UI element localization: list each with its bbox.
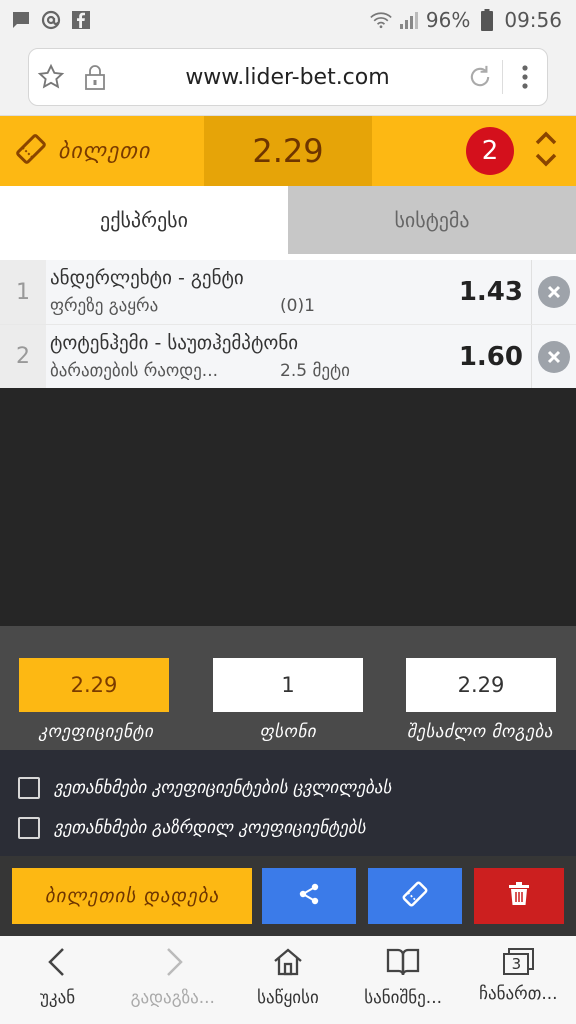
- bet-match: ტოტენჰემი - საუთჰემპტონი: [50, 332, 299, 354]
- bet-list: 1 ანდერლეხტი - გენტი ფრეზე გაყრა (0)1 1.…: [0, 254, 576, 388]
- bookmarks-icon: [386, 946, 420, 982]
- facebook-icon: [70, 9, 92, 31]
- share-icon: [297, 882, 321, 910]
- bet-row: 1 ანდერლეხტი - გენტი ფრეზე გაყრა (0)1 1.…: [0, 254, 576, 324]
- bet-pick: 2.5 მეტი: [280, 361, 350, 381]
- ticket-label: ბილეთი: [58, 138, 151, 164]
- ticket-count-badge: 2: [466, 127, 514, 175]
- bet-match: ანდერლეხტი - გენტი: [50, 267, 244, 289]
- wifi-icon: [370, 9, 392, 31]
- bet-odds: 1.60: [458, 341, 523, 372]
- accept-odds-change-row[interactable]: ვეთანხმები კოეფიციენტების ცვლილებას: [0, 768, 576, 808]
- ticket-icon: [401, 880, 429, 912]
- lock-icon: [73, 63, 117, 91]
- nav-tabs[interactable]: 3 ჩანართ...: [461, 936, 576, 1024]
- browser-toolbar: www.lider-bet.com: [0, 40, 576, 116]
- ticket-button[interactable]: [368, 868, 462, 924]
- bet-market: ფრეზე გაყრა: [50, 296, 159, 316]
- message-icon: [10, 9, 32, 31]
- tab-system[interactable]: სისტემა: [288, 186, 576, 254]
- clock: 09:56: [504, 8, 562, 32]
- browser-bottom-nav: უკან გადაგზა... საწყისი სანიშნე... 3 ჩან…: [0, 936, 576, 1024]
- agreement-options: ვეთანხმები კოეფიციენტების ცვლილებას ვეთა…: [0, 750, 576, 856]
- more-menu-icon[interactable]: [503, 64, 547, 90]
- nav-forward[interactable]: გადაგზა...: [115, 936, 230, 1024]
- ticket-total-odds: 2.29: [204, 116, 372, 186]
- tab-express[interactable]: ექსპრესი: [0, 186, 288, 254]
- possible-win-value: 2.29: [406, 658, 556, 712]
- tabs-icon: 3: [501, 946, 535, 978]
- bet-market: ბარათების რაოდე...: [50, 361, 218, 381]
- empty-area: [0, 388, 576, 626]
- forward-icon: [158, 946, 188, 982]
- ticket-header[interactable]: ბილეთი 2.29 2: [0, 116, 576, 186]
- at-icon: [40, 9, 62, 31]
- remove-bet-button[interactable]: [532, 325, 576, 388]
- accept-odds-change-checkbox[interactable]: [18, 777, 40, 799]
- nav-tabs-label: ჩანართ...: [479, 984, 558, 1004]
- stake-panel: 2.29 1 2.29 კოეფიციენტი ფსონი შესაძლო მო…: [0, 626, 576, 750]
- place-bet-button[interactable]: ბილეთის დადება: [12, 868, 252, 924]
- accept-increased-odds-row[interactable]: ვეთანხმები გაზრდილ კოეფიციენტებს: [0, 808, 576, 848]
- home-icon: [272, 946, 304, 982]
- battery-icon: [476, 9, 498, 31]
- nav-back[interactable]: უკან: [0, 936, 115, 1024]
- tabs-count: 3: [511, 955, 522, 973]
- stake-amount-input[interactable]: 1: [213, 658, 363, 712]
- close-icon: [538, 340, 570, 373]
- battery-level: 96%: [425, 8, 471, 32]
- bet-number: 1: [0, 260, 46, 324]
- status-bar: 96% 09:56: [0, 0, 576, 40]
- action-bar: ბილეთის დადება: [0, 856, 576, 936]
- bookmark-star-icon[interactable]: [29, 63, 73, 91]
- nav-back-label: უკან: [40, 988, 76, 1008]
- remove-bet-button[interactable]: [532, 260, 576, 324]
- bet-number: 2: [0, 325, 46, 388]
- nav-home-label: საწყისი: [257, 988, 319, 1008]
- accept-increased-odds-checkbox[interactable]: [18, 817, 40, 839]
- nav-home[interactable]: საწყისი: [230, 936, 345, 1024]
- coefficient-value: 2.29: [19, 658, 169, 712]
- accept-odds-change-label[interactable]: ვეთანხმები კოეფიციენტების ცვლილებას: [54, 778, 391, 798]
- expand-collapse-icon[interactable]: [534, 129, 558, 173]
- address-bar[interactable]: www.lider-bet.com: [28, 48, 548, 106]
- back-icon: [43, 946, 73, 982]
- stake-label: ფსონი: [259, 722, 317, 742]
- bet-row: 2 ტოტენჰემი - საუთჰემპტონი ბარათების რაო…: [0, 324, 576, 388]
- ticket-title: ბილეთი: [0, 116, 204, 186]
- nav-bookmarks[interactable]: სანიშნე...: [346, 936, 461, 1024]
- clear-ticket-button[interactable]: [474, 868, 564, 924]
- bet-pick: (0)1: [280, 296, 315, 316]
- close-icon: [538, 276, 570, 308]
- reload-icon[interactable]: [458, 63, 502, 91]
- coefficient-label: კოეფიციენტი: [38, 722, 154, 742]
- possible-win-label: შესაძლო მოგება: [407, 722, 553, 742]
- nav-bookmarks-label: სანიშნე...: [364, 988, 443, 1008]
- ticket-icon: [14, 132, 48, 170]
- accept-increased-odds-label[interactable]: ვეთანხმები გაზრდილ კოეფიციენტებს: [54, 818, 366, 838]
- bet-type-tabs: ექსპრესი სისტემა: [0, 186, 576, 254]
- share-button[interactable]: [262, 868, 356, 924]
- url-text[interactable]: www.lider-bet.com: [117, 65, 458, 90]
- nav-forward-label: გადაგზა...: [130, 988, 215, 1008]
- signal-icon: [398, 9, 420, 31]
- bet-odds: 1.43: [458, 277, 523, 307]
- trash-icon: [508, 882, 530, 910]
